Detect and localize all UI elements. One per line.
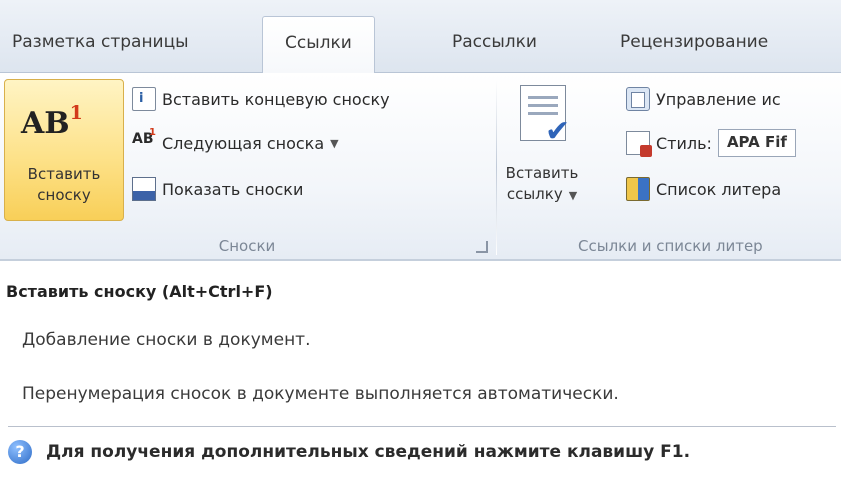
bibliography-button[interactable]: Список литера — [626, 173, 781, 205]
footnotes-group: AB1 Вставить сноску Вставить концевую сн… — [0, 73, 494, 261]
show-notes-icon — [132, 177, 156, 201]
tab-page-layout[interactable]: Разметка страницы — [12, 32, 189, 52]
insert-citation-button[interactable]: Вставить ссылку▼ — [502, 79, 586, 221]
citations-group-label: Ссылки и списки литер — [578, 237, 763, 255]
footnote-icon: AB1 — [21, 102, 83, 141]
style-dropdown[interactable]: APA Fif — [717, 129, 796, 157]
tooltip-help-text: Для получения дополнительных сведений на… — [46, 442, 691, 462]
citations-group: Вставить ссылку▼ Управление ис Стиль: AP… — [500, 73, 841, 261]
next-footnote-button[interactable]: AB Следующая сноска ▼ — [132, 127, 339, 159]
footnotes-group-label: Сноски — [218, 237, 276, 255]
tab-references[interactable]: Ссылки — [262, 16, 375, 74]
tooltip-title: Вставить сноску (Alt+Ctrl+F) — [6, 282, 273, 301]
bibliography-icon — [626, 177, 650, 201]
insert-footnote-label: Вставить сноску — [27, 165, 101, 204]
tooltip-help-row: ? Для получения дополнительных сведений … — [8, 440, 690, 464]
style-icon — [626, 131, 652, 157]
insert-endnote-button[interactable]: Вставить концевую сноску — [132, 83, 390, 115]
tooltip-divider — [8, 426, 836, 427]
insert-footnote-button[interactable]: AB1 Вставить сноску — [4, 79, 124, 221]
ribbon-tab-bar: Разметка страницы Ссылки Рассылки Реценз… — [0, 0, 841, 74]
style-selector[interactable]: Стиль: APA Fif — [626, 127, 796, 159]
insert-citation-label: Вставить ссылку ▼ — [505, 164, 579, 203]
chevron-down-icon: ▼ — [330, 136, 339, 150]
show-notes-button[interactable]: Показать сноски — [132, 173, 303, 205]
ribbon: AB1 Вставить сноску Вставить концевую сн… — [0, 73, 841, 261]
manage-sources-button[interactable]: Управление ис — [626, 83, 781, 115]
dialog-launcher-icon[interactable] — [476, 241, 488, 253]
tab-mailings[interactable]: Рассылки — [452, 32, 537, 52]
next-footnote-icon: AB — [132, 127, 156, 155]
help-icon: ? — [8, 440, 32, 464]
group-separator — [496, 79, 497, 255]
insert-citation-icon — [520, 85, 570, 149]
tooltip-note: Перенумерация сносок в документе выполня… — [22, 384, 619, 404]
tab-review[interactable]: Рецензирование — [620, 32, 768, 52]
manage-sources-icon — [626, 87, 650, 111]
endnote-icon — [132, 87, 156, 111]
tooltip-description: Добавление сноски в документ. — [22, 330, 311, 350]
chevron-down-icon: ▼ — [568, 189, 578, 202]
